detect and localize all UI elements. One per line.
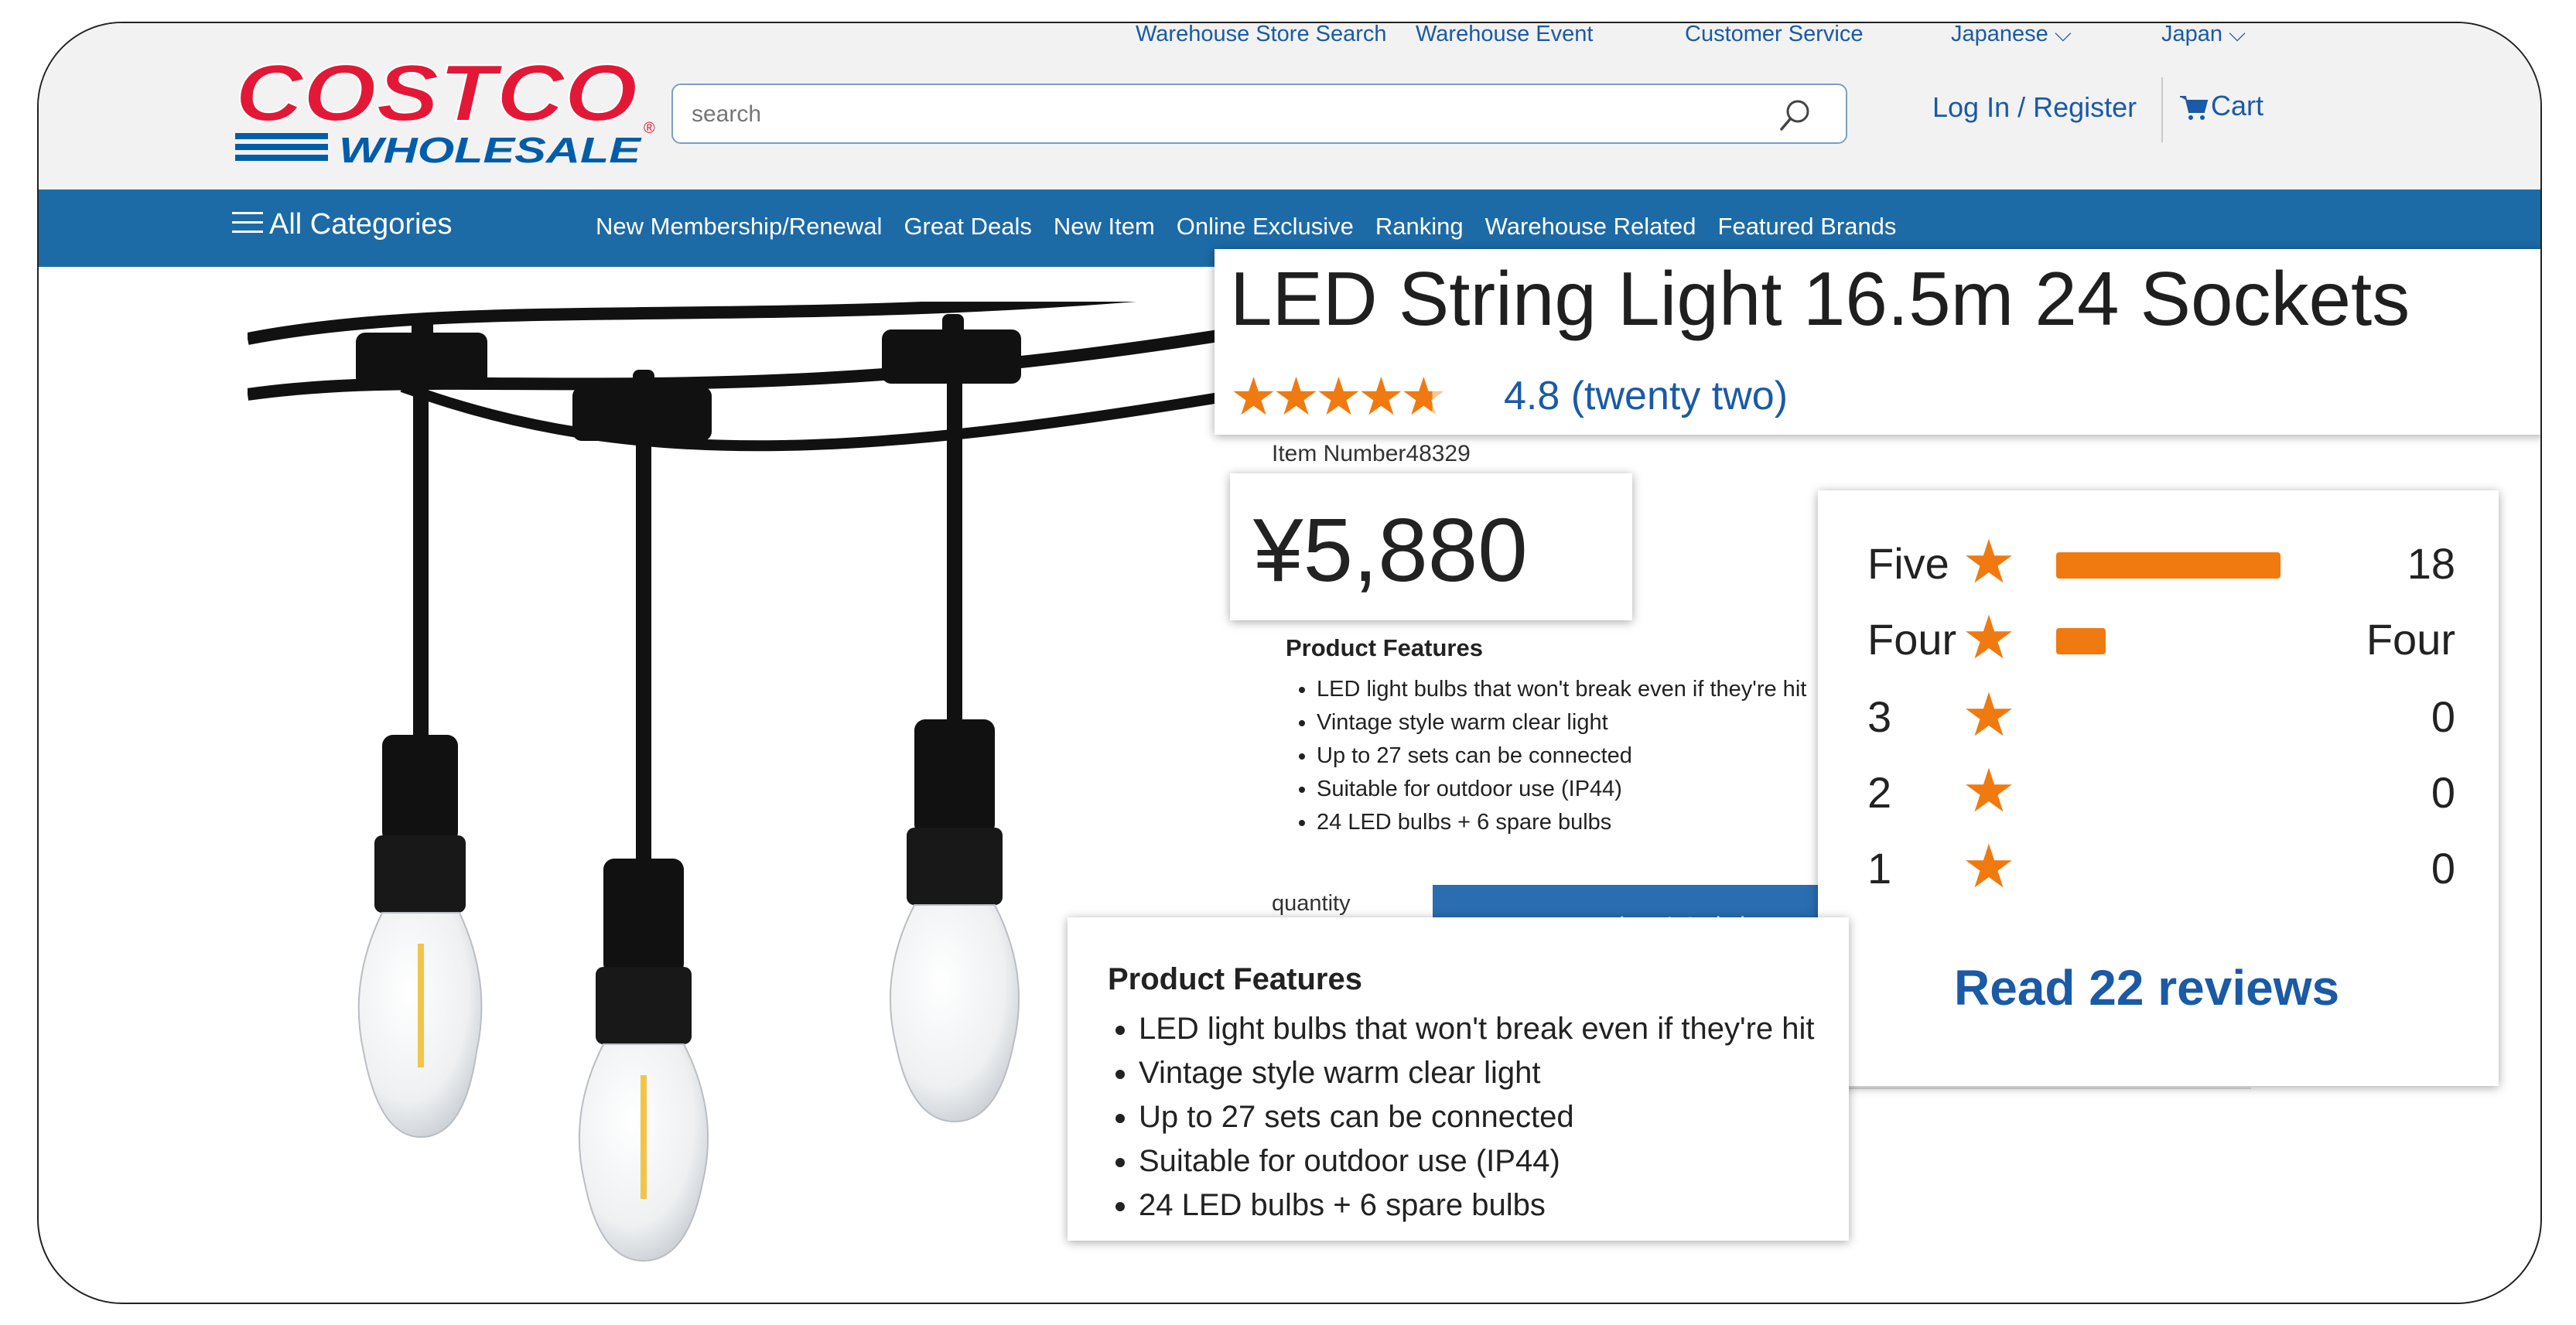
- bulb-left: [356, 317, 487, 1139]
- header-divider: [2161, 77, 2163, 142]
- review-row[interactable]: 1 ★ 0: [1818, 835, 2499, 905]
- review-row-count: 0: [2431, 844, 2455, 893]
- nav-link-featured-brands[interactable]: Featured Brands: [1718, 213, 1897, 241]
- cart-label: Cart: [2211, 90, 2264, 121]
- cart-link[interactable]: Cart: [2178, 90, 2263, 122]
- review-row-count: 0: [2431, 692, 2455, 741]
- feature-item: Up to 27 sets can be connected: [1139, 1095, 1815, 1139]
- feature-item: Vintage style warm clear light: [1139, 1051, 1815, 1095]
- feature-item: 24 LED bulbs + 6 spare bulbs: [1139, 1183, 1815, 1228]
- quantity-label: quantity: [1272, 891, 1351, 916]
- nav-link-new-item[interactable]: New Item: [1054, 213, 1155, 241]
- util-link-warehouse-event[interactable]: Warehouse Event: [1416, 23, 1593, 50]
- util-link-customer-service[interactable]: Customer Service: [1685, 23, 1863, 50]
- star-icon: ★: [1230, 367, 1277, 426]
- star-icon: ★: [1962, 528, 2016, 596]
- zoom-callout-price: ¥5,880: [1230, 473, 1632, 620]
- feature-item: Suitable for outdoor use (IP44): [1317, 773, 1806, 806]
- screenshot-frame: Warehouse Store Search Warehouse Event C…: [37, 22, 2542, 1304]
- nav-link-ranking[interactable]: Ranking: [1375, 213, 1464, 241]
- review-row-count: 18: [2407, 539, 2455, 588]
- util-link-warehouse-search[interactable]: Warehouse Store Search: [1136, 23, 1387, 50]
- zoom-callout-features: Product Features LED light bulbs that wo…: [1068, 917, 1849, 1241]
- feature-item: LED light bulbs that won't break even if…: [1139, 1007, 1815, 1051]
- search-icon[interactable]: [1778, 97, 1813, 133]
- star-icon: ★: [1962, 603, 2016, 671]
- star-icon: ★: [1314, 367, 1362, 426]
- logo-wordmark-top: COSTCO: [235, 50, 637, 138]
- review-row-count: 0: [2431, 768, 2455, 817]
- cart-icon: [2180, 96, 2209, 121]
- site-header: Warehouse Store Search Warehouse Event C…: [39, 23, 2540, 190]
- review-row-label: 1: [1867, 844, 1892, 893]
- product-price: ¥5,880: [1253, 500, 1528, 600]
- review-row-label: 3: [1867, 692, 1892, 741]
- review-bar: [2056, 552, 2280, 579]
- feature-item: Up to 27 sets can be connected: [1317, 739, 1806, 773]
- star-icon: ★: [1962, 756, 2016, 825]
- rating-stars: ★★★★★: [1230, 367, 1447, 428]
- item-number: Item Number48329: [1272, 441, 1471, 466]
- review-row-count: Four: [2366, 615, 2455, 664]
- features-heading: Product Features: [1286, 634, 1483, 661]
- bulb-center: [572, 370, 712, 1262]
- zoom-callout-review-breakdown: Five ★ 18 Four ★ Four 3 ★ 0 2 ★ 0 1 ★ 0 Read 22 review…: [1818, 490, 2499, 1086]
- nav-link-membership[interactable]: New Membership/Renewal: [596, 213, 882, 241]
- chevron-down-icon: ⌵: [2222, 22, 2246, 46]
- hamburger-icon: [232, 211, 263, 233]
- nav-link-great-deals[interactable]: Great Deals: [904, 213, 1031, 241]
- features-heading: Product Features: [1108, 962, 1362, 996]
- util-language-select[interactable]: Japanese ⌵: [1951, 22, 2072, 50]
- rating-summary-link[interactable]: 4.8 (twenty two): [1504, 373, 1788, 419]
- review-row[interactable]: Four ★ Four: [1818, 606, 2499, 676]
- review-bar: [2056, 628, 2106, 654]
- product-features-list: Product Features LED light bulbs that wo…: [1286, 634, 1806, 839]
- review-row[interactable]: 2 ★ 0: [1818, 760, 2499, 829]
- feature-item: Vintage style warm clear light: [1317, 706, 1806, 739]
- all-categories-label: All Categories: [269, 208, 453, 241]
- feature-item: LED light bulbs that won't break even if…: [1317, 673, 1806, 706]
- review-row[interactable]: 3 ★ 0: [1818, 684, 2499, 753]
- search-input[interactable]: [690, 96, 1745, 133]
- nav-link-warehouse-related[interactable]: Warehouse Related: [1485, 213, 1696, 241]
- util-country-select[interactable]: Japan ⌵: [2161, 22, 2246, 50]
- star-icon: ★: [1962, 832, 2016, 900]
- review-row-label: 2: [1867, 768, 1892, 817]
- product-title: LED String Light 16.5m 24 Sockets: [1230, 256, 2410, 341]
- search-bar: [671, 84, 1847, 144]
- costco-logo[interactable]: COSTCO WHOLESALE ®: [231, 50, 671, 181]
- all-categories-menu[interactable]: All Categories: [232, 208, 453, 241]
- feature-item: 24 LED bulbs + 6 spare bulbs: [1317, 806, 1806, 839]
- feature-item: Suitable for outdoor use (IP44): [1139, 1139, 1815, 1183]
- divider-line: [1818, 1088, 2251, 1089]
- zoom-callout-title: LED String Light 16.5m 24 Sockets ★★★★★ …: [1215, 249, 2540, 435]
- star-icon: ★: [1272, 367, 1320, 426]
- star-icon: ★: [1357, 367, 1405, 426]
- chevron-down-icon: ⌵: [2048, 22, 2072, 46]
- read-reviews-link[interactable]: Read 22 reviews: [1954, 959, 2339, 1016]
- nav-link-online-exclusive[interactable]: Online Exclusive: [1177, 213, 1354, 241]
- country-label: Japan: [2161, 22, 2223, 46]
- star-icon: ★: [1962, 681, 2016, 749]
- svg-text:®: ®: [644, 120, 655, 137]
- review-row-label: Four: [1867, 615, 1957, 664]
- review-row[interactable]: Five ★ 18: [1818, 531, 2499, 600]
- logo-wordmark-bottom: WHOLESALE: [339, 130, 642, 170]
- login-register-link[interactable]: Log In / Register: [1932, 91, 2137, 124]
- nav-links: New Membership/Renewal Great Deals New I…: [596, 213, 1896, 241]
- star-icon: ★: [1399, 367, 1447, 426]
- review-row-label: Five: [1867, 539, 1949, 588]
- language-label: Japanese: [1951, 22, 2048, 46]
